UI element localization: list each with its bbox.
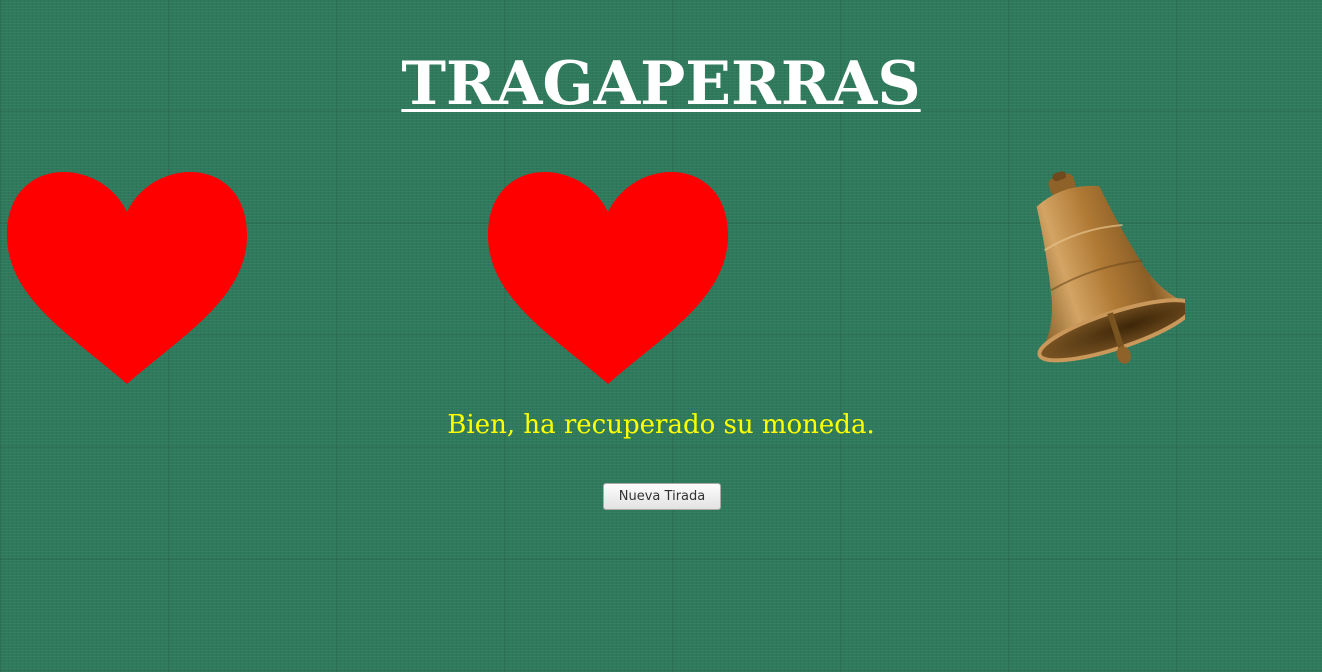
- reel-2: [486, 160, 730, 386]
- heart-icon: [6, 172, 248, 384]
- game-title: TRAGAPERRAS: [401, 49, 921, 119]
- reel-1: [5, 160, 249, 386]
- bell-icon: [1036, 171, 1185, 364]
- new-spin-button[interactable]: Nueva Tirada: [603, 483, 721, 510]
- result-message: Bien, ha recuperado su moneda.: [447, 410, 875, 440]
- reel-3: [1003, 166, 1185, 374]
- heart-icon: [487, 172, 729, 384]
